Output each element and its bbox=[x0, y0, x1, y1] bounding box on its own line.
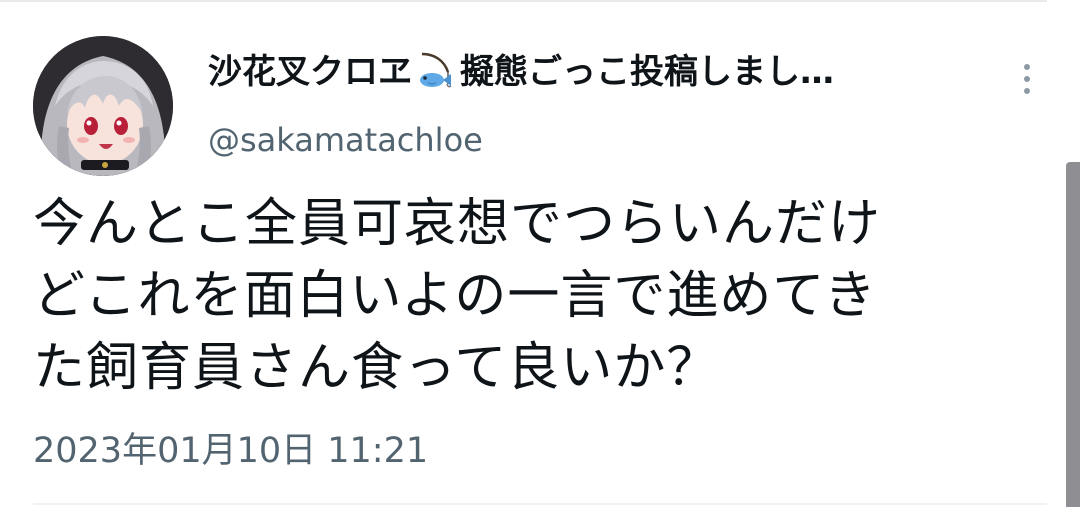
bottom-divider bbox=[33, 503, 1047, 505]
avatar-image bbox=[33, 36, 173, 176]
fishing-fish-emoji bbox=[420, 52, 452, 88]
tweet-text: 今んとこ全員可哀想でつらいんだけ どこれを面白いよの一言で進めてき た飼育員さん… bbox=[33, 194, 882, 398]
user-handle[interactable]: @sakamatachloe bbox=[208, 118, 483, 162]
tweet-timestamp[interactable]: 2023年01月10日 11:21 bbox=[33, 428, 428, 474]
more-options-button[interactable] bbox=[1012, 58, 1042, 100]
display-name-prefix: 沙花叉クロヱ bbox=[208, 52, 412, 92]
top-divider bbox=[0, 0, 1047, 2]
tweet-card: 沙花叉クロヱ 擬態ごっこ投稿しまし… @sakamatachloe 今んとこ全員… bbox=[0, 0, 1080, 507]
display-name[interactable]: 沙花叉クロヱ 擬態ごっこ投稿しまし… bbox=[208, 48, 988, 96]
scrollbar[interactable] bbox=[1066, 162, 1080, 507]
display-name-suffix: 擬態ごっこ投稿しまし… bbox=[460, 52, 834, 92]
avatar[interactable] bbox=[33, 36, 173, 176]
